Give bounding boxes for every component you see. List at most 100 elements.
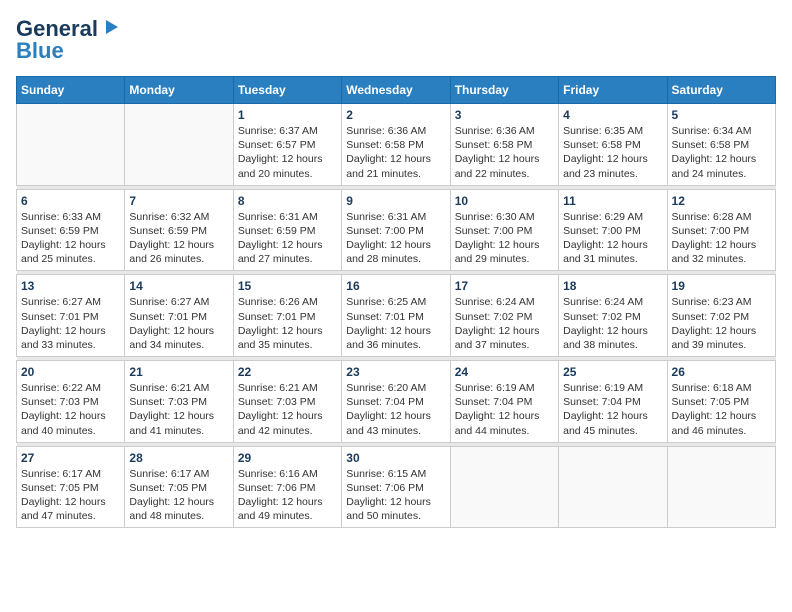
day-number: 25: [563, 365, 662, 379]
calendar-week-2: 6 Sunrise: 6:33 AMSunset: 6:59 PMDaylight…: [17, 189, 776, 271]
day-info: Sunrise: 6:26 AMSunset: 7:01 PMDaylight:…: [238, 295, 337, 352]
day-header-wednesday: Wednesday: [342, 77, 450, 104]
day-number: 22: [238, 365, 337, 379]
calendar-day: 26 Sunrise: 6:18 AMSunset: 7:05 PMDayligh…: [667, 361, 775, 443]
day-number: 14: [129, 279, 228, 293]
calendar-day: 14 Sunrise: 6:27 AMSunset: 7:01 PMDayligh…: [125, 275, 233, 357]
calendar-day: 15 Sunrise: 6:26 AMSunset: 7:01 PMDayligh…: [233, 275, 341, 357]
calendar-header-row: SundayMondayTuesdayWednesdayThursdayFrid…: [17, 77, 776, 104]
day-number: 19: [672, 279, 771, 293]
day-info: Sunrise: 6:24 AMSunset: 7:02 PMDaylight:…: [455, 295, 554, 352]
day-number: 28: [129, 451, 228, 465]
day-info: Sunrise: 6:36 AMSunset: 6:58 PMDaylight:…: [455, 124, 554, 181]
day-number: 18: [563, 279, 662, 293]
day-info: Sunrise: 6:17 AMSunset: 7:05 PMDaylight:…: [21, 467, 120, 524]
calendar-day: 24 Sunrise: 6:19 AMSunset: 7:04 PMDayligh…: [450, 361, 558, 443]
day-info: Sunrise: 6:37 AMSunset: 6:57 PMDaylight:…: [238, 124, 337, 181]
day-number: 7: [129, 194, 228, 208]
day-info: Sunrise: 6:16 AMSunset: 7:06 PMDaylight:…: [238, 467, 337, 524]
calendar-day: [450, 446, 558, 528]
calendar-day: 13Sunrise: 6:27 AMSunset: 7:01 PMDayligh…: [17, 275, 125, 357]
day-info: Sunrise: 6:32 AMSunset: 6:59 PMDaylight:…: [129, 210, 228, 267]
day-number: 1: [238, 108, 337, 122]
calendar-day: 12Sunrise: 6:28 AMSunset: 7:00 PMDayligh…: [667, 189, 775, 271]
calendar-day: 17 Sunrise: 6:24 AMSunset: 7:02 PMDayligh…: [450, 275, 558, 357]
day-info: Sunrise: 6:22 AMSunset: 7:03 PMDaylight:…: [21, 381, 120, 438]
calendar-day: 8 Sunrise: 6:31 AMSunset: 6:59 PMDaylight…: [233, 189, 341, 271]
day-number: 17: [455, 279, 554, 293]
logo-arrow-icon: [102, 18, 120, 36]
day-number: 5: [672, 108, 771, 122]
logo-blue: Blue: [16, 38, 64, 64]
calendar-week-3: 13 Sunrise: 6:27 AMSunset: 7:01 PMDayligh…: [17, 275, 776, 357]
day-header-friday: Friday: [559, 77, 667, 104]
calendar-day: 29Sunrise: 6:16 AMSunset: 7:06 PMDayligh…: [233, 446, 341, 528]
calendar-day: 5Sunrise: 6:34 AMSunset: 6:58 PMDaylight…: [667, 104, 775, 186]
day-number: 13: [21, 279, 120, 293]
calendar-day: 6 Sunrise: 6:33 AMSunset: 6:59 PMDaylight…: [17, 189, 125, 271]
calendar-day: 22 Sunrise: 6:21 AMSunset: 7:03 PMDayligh…: [233, 361, 341, 443]
day-number: 6: [21, 194, 120, 208]
calendar-day: [17, 104, 125, 186]
logo: General Blue: [16, 16, 120, 64]
calendar-day: 11 Sunrise: 6:29 AMSunset: 7:00 PMDayligh…: [559, 189, 667, 271]
day-info: Sunrise: 6:17 AMSunset: 7:05 PMDaylight:…: [129, 467, 228, 524]
day-number: 10: [455, 194, 554, 208]
calendar-week-5: 27 Sunrise: 6:17 AMSunset: 7:05 PMDayligh…: [17, 446, 776, 528]
day-number: 20: [21, 365, 120, 379]
calendar-day: 25Sunrise: 6:19 AMSunset: 7:04 PMDayligh…: [559, 361, 667, 443]
calendar-day: 18Sunrise: 6:24 AMSunset: 7:02 PMDayligh…: [559, 275, 667, 357]
day-info: Sunrise: 6:20 AMSunset: 7:04 PMDaylight:…: [346, 381, 445, 438]
day-header-monday: Monday: [125, 77, 233, 104]
day-number: 4: [563, 108, 662, 122]
day-number: 24: [455, 365, 554, 379]
page-header: General Blue: [16, 16, 776, 64]
calendar-day: 7 Sunrise: 6:32 AMSunset: 6:59 PMDaylight…: [125, 189, 233, 271]
calendar-day: 1 Sunrise: 6:37 AMSunset: 6:57 PMDaylight…: [233, 104, 341, 186]
calendar-day: 20 Sunrise: 6:22 AMSunset: 7:03 PMDayligh…: [17, 361, 125, 443]
day-info: Sunrise: 6:30 AMSunset: 7:00 PMDaylight:…: [455, 210, 554, 267]
calendar-week-4: 20 Sunrise: 6:22 AMSunset: 7:03 PMDayligh…: [17, 361, 776, 443]
calendar-day: [559, 446, 667, 528]
day-info: Sunrise: 6:23 AMSunset: 7:02 PMDaylight:…: [672, 295, 771, 352]
day-number: 26: [672, 365, 771, 379]
day-info: Sunrise: 6:21 AMSunset: 7:03 PMDaylight:…: [238, 381, 337, 438]
day-number: 3: [455, 108, 554, 122]
day-number: 23: [346, 365, 445, 379]
day-header-thursday: Thursday: [450, 77, 558, 104]
day-number: 9: [346, 194, 445, 208]
day-info: Sunrise: 6:18 AMSunset: 7:05 PMDaylight:…: [672, 381, 771, 438]
calendar-day: 4 Sunrise: 6:35 AMSunset: 6:58 PMDaylight…: [559, 104, 667, 186]
calendar-day: 30 Sunrise: 6:15 AMSunset: 7:06 PMDayligh…: [342, 446, 450, 528]
day-info: Sunrise: 6:35 AMSunset: 6:58 PMDaylight:…: [563, 124, 662, 181]
day-info: Sunrise: 6:36 AMSunset: 6:58 PMDaylight:…: [346, 124, 445, 181]
day-number: 2: [346, 108, 445, 122]
day-info: Sunrise: 6:21 AMSunset: 7:03 PMDaylight:…: [129, 381, 228, 438]
day-header-saturday: Saturday: [667, 77, 775, 104]
calendar-table: SundayMondayTuesdayWednesdayThursdayFrid…: [16, 76, 776, 528]
day-header-sunday: Sunday: [17, 77, 125, 104]
day-info: Sunrise: 6:33 AMSunset: 6:59 PMDaylight:…: [21, 210, 120, 267]
day-info: Sunrise: 6:31 AMSunset: 6:59 PMDaylight:…: [238, 210, 337, 267]
calendar-day: 10 Sunrise: 6:30 AMSunset: 7:00 PMDayligh…: [450, 189, 558, 271]
calendar-day: 16Sunrise: 6:25 AMSunset: 7:01 PMDayligh…: [342, 275, 450, 357]
day-info: Sunrise: 6:15 AMSunset: 7:06 PMDaylight:…: [346, 467, 445, 524]
calendar-day: 9Sunrise: 6:31 AMSunset: 7:00 PMDaylight…: [342, 189, 450, 271]
calendar-day: 21Sunrise: 6:21 AMSunset: 7:03 PMDayligh…: [125, 361, 233, 443]
day-number: 30: [346, 451, 445, 465]
calendar-day: 19 Sunrise: 6:23 AMSunset: 7:02 PMDayligh…: [667, 275, 775, 357]
day-info: Sunrise: 6:29 AMSunset: 7:00 PMDaylight:…: [563, 210, 662, 267]
calendar-day: 28 Sunrise: 6:17 AMSunset: 7:05 PMDayligh…: [125, 446, 233, 528]
calendar-day: [125, 104, 233, 186]
day-number: 27: [21, 451, 120, 465]
calendar-day: [667, 446, 775, 528]
day-info: Sunrise: 6:25 AMSunset: 7:01 PMDaylight:…: [346, 295, 445, 352]
day-info: Sunrise: 6:27 AMSunset: 7:01 PMDaylight:…: [129, 295, 228, 352]
day-number: 15: [238, 279, 337, 293]
day-info: Sunrise: 6:19 AMSunset: 7:04 PMDaylight:…: [455, 381, 554, 438]
day-number: 8: [238, 194, 337, 208]
day-number: 11: [563, 194, 662, 208]
calendar-day: 23 Sunrise: 6:20 AMSunset: 7:04 PMDayligh…: [342, 361, 450, 443]
day-header-tuesday: Tuesday: [233, 77, 341, 104]
day-number: 12: [672, 194, 771, 208]
